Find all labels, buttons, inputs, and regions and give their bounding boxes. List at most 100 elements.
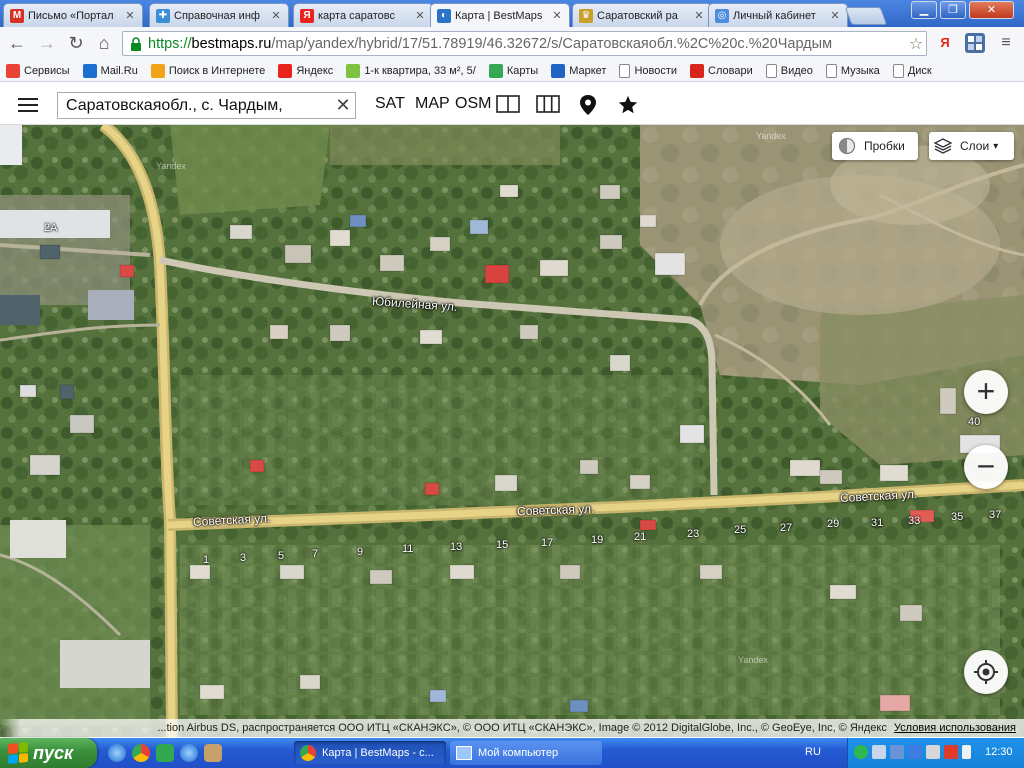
new-tab-button[interactable] [844,7,888,25]
building-roof [419,329,443,345]
bestmaps-icon: ◐ [437,8,451,23]
forward-button[interactable]: → [36,33,58,55]
security-tray-icon[interactable] [854,745,868,759]
ie2-quicklaunch-icon[interactable] [180,744,198,762]
app-quicklaunch-icon[interactable] [204,744,222,762]
building-roof [229,224,253,240]
building-roof [379,254,405,272]
tab-close-icon[interactable]: ✕ [124,9,136,22]
house-number-label: 31 [871,517,884,529]
house-number-label: 17 [541,537,554,549]
lock-icon [128,36,144,52]
tab-label: Карта | BestMaps [455,9,543,22]
tab-close-icon[interactable]: ✕ [829,9,841,22]
bookmark-label: Видео [780,64,813,77]
building-roof [279,564,305,580]
start-button[interactable]: пуск [0,738,97,768]
zoom-in-button[interactable]: + [964,370,1008,414]
browser-toolbar: ← → ↻ ⌂ https://bestmaps.ru/map/yandex/h… [0,27,1024,60]
ie-quicklaunch-icon[interactable] [108,744,126,762]
browser-tab[interactable]: M Письмо «Портал ✕ [3,3,143,27]
tab-close-icon[interactable]: ✕ [693,9,705,22]
mode-osm-button[interactable]: OSM [455,95,491,113]
minimize-button[interactable]: ▁ [911,1,937,19]
yandex-extension-icon[interactable]: Я [935,33,955,53]
building-roof [559,564,581,580]
bookmark-item[interactable]: Видео [765,63,813,78]
split-three-icon[interactable] [536,94,560,114]
house-number-label: 15 [496,539,509,551]
browser-tab[interactable]: ✚ Справочная инф ✕ [149,3,289,27]
hamburger-menu-icon[interactable] [18,95,38,113]
browser-tab[interactable]: ♛ Саратовский ра ✕ [572,3,712,27]
tab-close-icon[interactable]: ✕ [414,9,426,22]
utorrent-quicklaunch-icon[interactable] [156,744,174,762]
satellite-map[interactable]: Yandex Yandex Yandex 2А 40 Юбилейная ул.… [0,125,1024,737]
building-roof [424,482,440,496]
bookmark-item[interactable]: Диск [892,63,932,78]
terms-of-use-link[interactable]: Условия использования [894,722,1016,734]
taskbar-window-chrome[interactable]: Карта | BestMaps - с... [294,741,446,765]
reload-button[interactable]: ↻ [65,33,87,55]
building-roof [484,264,510,284]
bookmark-item[interactable]: Яндекс [278,63,334,78]
maximize-button[interactable]: ❐ [940,1,966,19]
traffic-button[interactable]: Пробки [832,132,918,160]
network-tray-icon[interactable] [872,745,886,759]
bookmark-item[interactable]: 1-к квартира, 33 м², 5/ [346,63,476,78]
browser-tab[interactable]: ◐ Карта | BestMaps ✕ [430,3,570,27]
window-close-button[interactable]: ✕ [969,1,1014,19]
place-search-input[interactable]: Саратовскаяобл., с. Чардым, ✕ [57,92,356,119]
tab-label: Письмо «Портал [28,9,114,22]
bookmark-item[interactable]: Mail.Ru [82,63,138,78]
locate-me-button[interactable] [964,650,1008,694]
tab-close-icon[interactable]: ✕ [270,9,282,22]
taskbar-window-my-computer[interactable]: Мой компьютер [450,741,602,765]
chrome-icon [300,745,316,761]
building-roof [249,459,265,473]
address-bar[interactable]: https://bestmaps.ru/map/yandex/hybrid/17… [122,31,927,56]
dict-icon [690,63,705,78]
tab-label: Личный кабинет [733,9,816,22]
extension-grid-icon[interactable] [965,33,985,53]
house-number-label: 9 [357,546,364,558]
bookmark-item[interactable]: Маркет [551,63,606,78]
app-tray-icon[interactable] [944,745,958,759]
home-button[interactable]: ⌂ [93,33,115,55]
browser-tab[interactable]: ◎ Личный кабинет ✕ [708,3,848,27]
url-host: bestmaps.ru [191,35,272,52]
bookmark-label: Яндекс [296,64,334,77]
volume-tray-icon[interactable] [926,745,940,759]
traffic-icon [838,137,856,155]
chrome-quicklaunch-icon[interactable] [132,744,150,762]
favorites-star-icon[interactable] [617,94,641,114]
mode-map-button[interactable]: MAP [415,95,450,113]
bookmark-label: Словари [708,64,753,77]
bookmark-item[interactable]: Поиск в Интернете [150,63,266,78]
bookmark-star-icon[interactable]: ☆ [906,34,926,54]
layers-dropdown[interactable]: Слои ▾ [929,132,1014,160]
house-number-label: 21 [634,531,647,543]
bookmark-item[interactable]: Музыка [825,63,880,78]
chrome-menu-icon[interactable]: ≡ [996,33,1016,53]
language-indicator[interactable]: RU [805,746,821,758]
map-pin-icon[interactable] [578,94,602,115]
block-label-2a: 2А [44,222,58,234]
emblem-icon: ♛ [579,8,593,23]
bookmark-item[interactable]: Сервисы [6,63,70,78]
zoom-out-button[interactable]: − [964,445,1008,489]
battery-tray-icon[interactable] [962,745,971,759]
bookmark-item[interactable]: Карты [488,63,538,78]
bookmark-item[interactable]: Новости [619,63,677,78]
building-roof [329,229,351,247]
clear-search-icon[interactable]: ✕ [331,95,355,116]
bluetooth-tray-icon[interactable] [890,745,904,759]
browser-tab[interactable]: Якарта саратовс ✕ [293,3,433,27]
wifi-tray-icon[interactable] [908,745,922,759]
back-button[interactable]: ← [6,33,28,55]
bookmark-item[interactable]: Словари [690,63,753,78]
tab-close-icon[interactable]: ✕ [551,9,563,22]
mode-sat-button[interactable]: SAT [375,95,405,113]
split-two-icon[interactable] [496,94,520,114]
bookmark-label: Поиск в Интернете [168,64,266,77]
